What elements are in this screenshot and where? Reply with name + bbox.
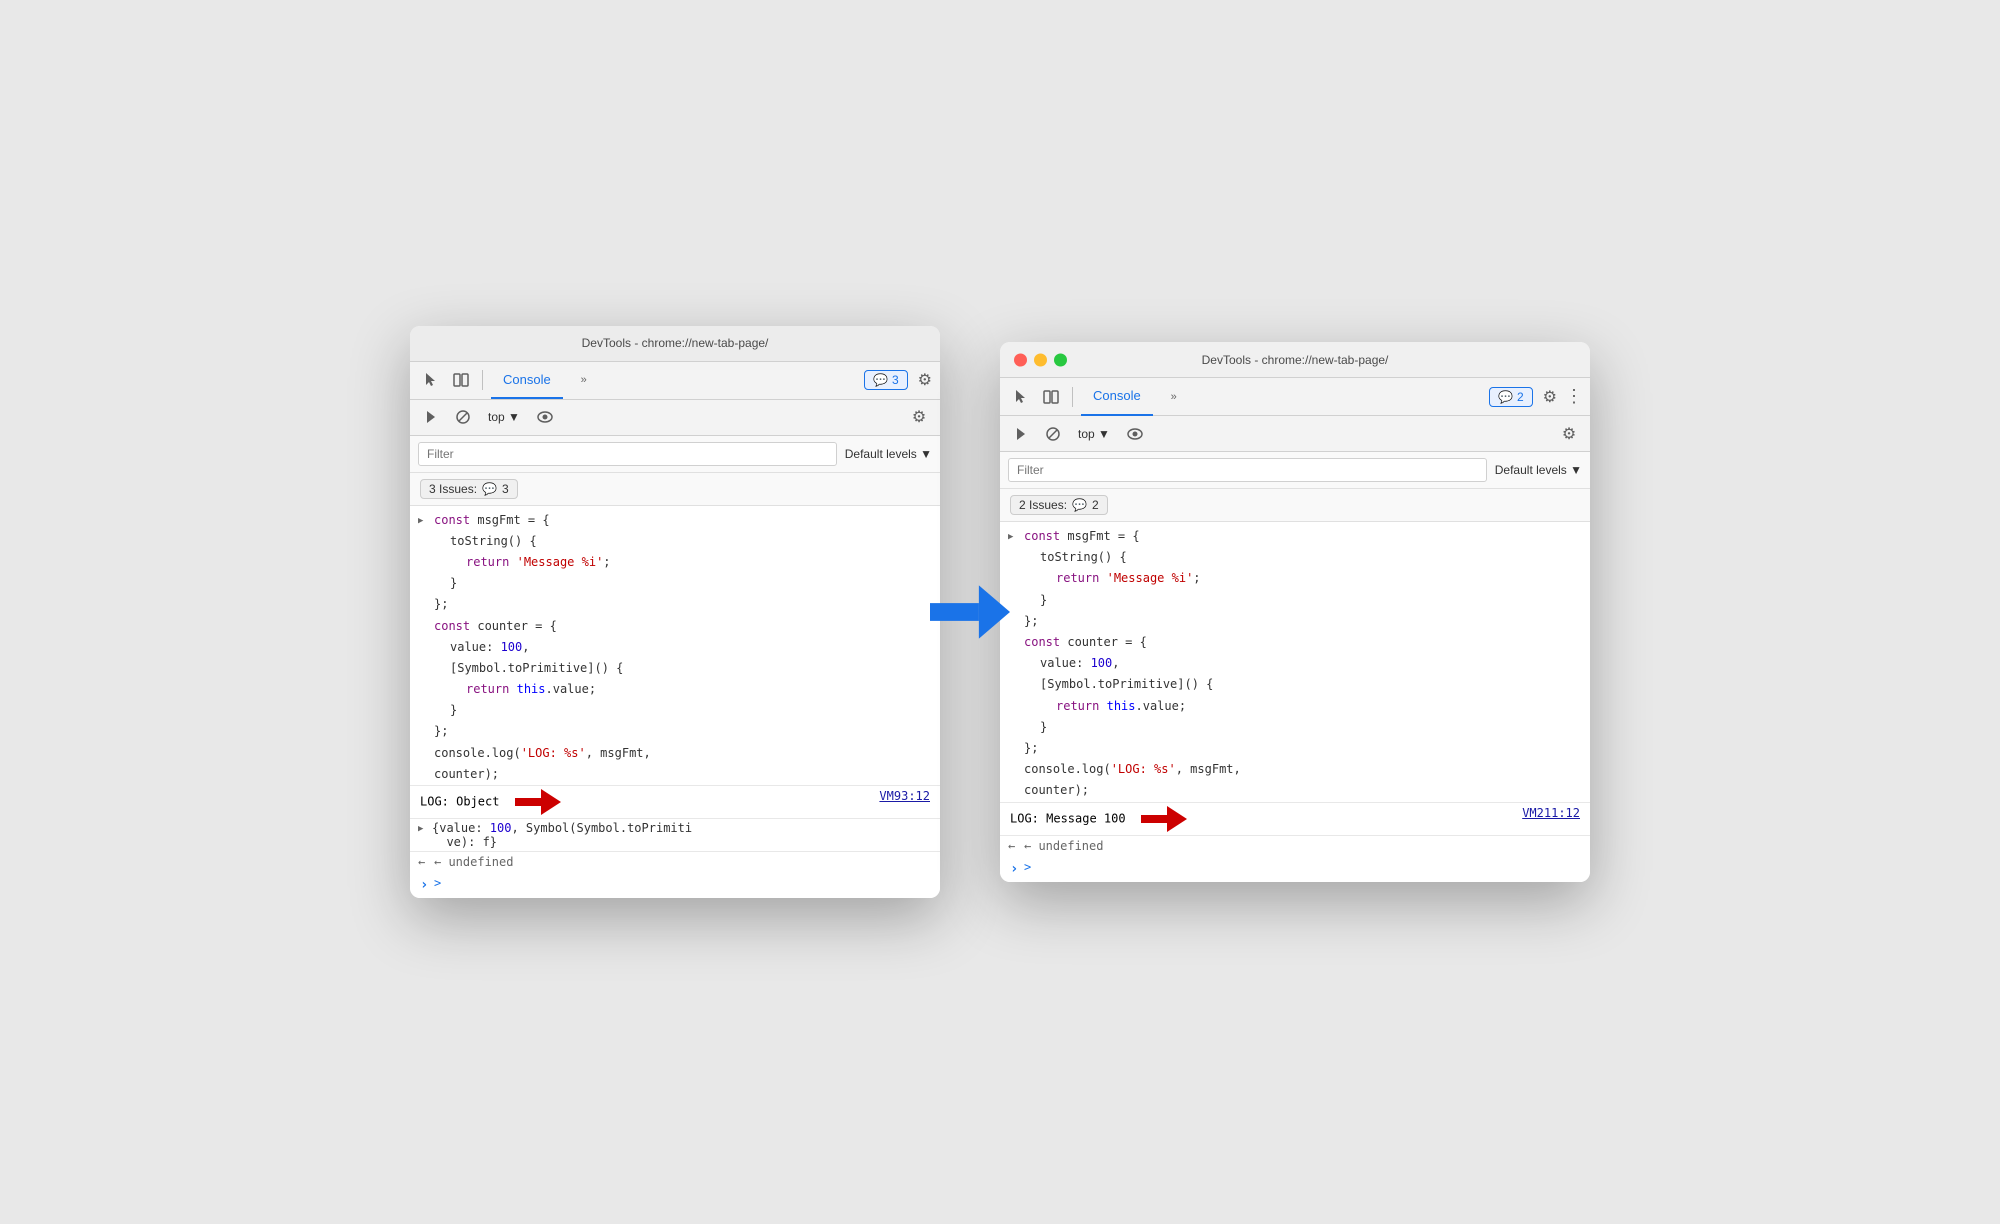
left-filter-toolbar: top ▼ ⚙ xyxy=(410,400,940,436)
left-log-text: LOG: Object xyxy=(420,789,871,815)
left-log-output: LOG: Object VM93:12 xyxy=(410,785,940,818)
left-devtools-window: DevTools - chrome://new-tab-page/ Consol… xyxy=(410,326,940,899)
left-code-line-2: toString() { xyxy=(410,531,940,552)
right-more-tabs[interactable]: » xyxy=(1161,384,1187,410)
right-settings-icon[interactable]: ⚙ xyxy=(1543,389,1557,406)
left-filter-bar: Default levels ▼ xyxy=(410,436,940,473)
right-red-arrow xyxy=(1141,806,1187,832)
right-issues-bar: 2 Issues: 💬 2 xyxy=(1000,489,1590,522)
scene: DevTools - chrome://new-tab-page/ Consol… xyxy=(410,326,1590,899)
left-console-content: const msgFmt = { toString() { return 'Me… xyxy=(410,506,940,899)
right-code-line-8: [Symbol.toPrimitive]() { xyxy=(1000,674,1590,695)
right-prompt[interactable]: > xyxy=(1000,857,1590,878)
right-close-button[interactable] xyxy=(1014,353,1027,366)
right-window-title: DevTools - chrome://new-tab-page/ xyxy=(1202,353,1389,367)
left-red-arrow xyxy=(515,789,561,815)
right-issues-badge-bar[interactable]: 2 Issues: 💬 2 xyxy=(1010,495,1108,515)
right-message-icon: 💬 xyxy=(1498,390,1513,404)
right-divider-1 xyxy=(1072,387,1073,407)
right-undefined: ← undefined xyxy=(1000,835,1590,857)
right-devtools-window: DevTools - chrome://new-tab-page/ Consol… xyxy=(1000,342,1590,882)
left-top-dropdown[interactable]: top ▼ xyxy=(482,407,526,427)
left-title-bar: DevTools - chrome://new-tab-page/ xyxy=(410,326,940,362)
right-log-text: LOG: Message 100 xyxy=(1010,806,1514,832)
right-code-line-4: } xyxy=(1000,590,1590,611)
right-code-line-2: toString() { xyxy=(1000,547,1590,568)
right-filter-bar: Default levels ▼ xyxy=(1000,452,1590,489)
left-issues-badge-bar[interactable]: 3 Issues: 💬 3 xyxy=(420,479,518,499)
right-minimize-button[interactable] xyxy=(1034,353,1047,366)
left-code-line-3: return 'Message %i'; xyxy=(410,552,940,573)
right-filter-input[interactable] xyxy=(1008,458,1487,482)
left-cursor-icon[interactable] xyxy=(418,367,444,393)
left-message-icon: 💬 xyxy=(873,373,888,387)
left-code-line-5: }; xyxy=(410,594,940,615)
left-code-line-1: const msgFmt = { xyxy=(410,510,940,531)
right-issues-badge[interactable]: 💬 2 xyxy=(1489,387,1533,407)
right-code-line-5: }; xyxy=(1000,611,1590,632)
left-issues-bar: 3 Issues: 💬 3 xyxy=(410,473,940,506)
right-code-line-7: value: 100, xyxy=(1000,653,1590,674)
left-vm-link[interactable]: VM93:12 xyxy=(879,789,930,803)
left-window-title: DevTools - chrome://new-tab-page/ xyxy=(582,336,769,350)
right-console-content: const msgFmt = { toString() { return 'Me… xyxy=(1000,522,1590,882)
right-cursor-icon[interactable] xyxy=(1008,384,1034,410)
center-blue-arrow xyxy=(930,577,1010,647)
left-obj-detail[interactable]: {value: 100, Symbol(Symbol.toPrimiti ve)… xyxy=(410,818,940,851)
right-default-levels[interactable]: Default levels ▼ xyxy=(1495,463,1582,477)
left-filter-input[interactable] xyxy=(418,442,837,466)
right-play-icon[interactable] xyxy=(1008,421,1034,447)
right-top-dropdown[interactable]: top ▼ xyxy=(1072,424,1116,444)
right-maximize-button[interactable] xyxy=(1054,353,1067,366)
left-eye-icon[interactable] xyxy=(532,404,558,430)
right-vm-link[interactable]: VM211:12 xyxy=(1522,806,1580,820)
left-code-line-7: value: 100, xyxy=(410,637,940,658)
right-settings2-icon[interactable]: ⚙ xyxy=(1556,421,1582,447)
right-code-line-12: console.log('LOG: %s', msgFmt, xyxy=(1000,759,1590,780)
left-prompt[interactable]: > xyxy=(410,873,940,894)
left-divider-1 xyxy=(482,370,483,390)
left-code-line-12: console.log('LOG: %s', msgFmt, xyxy=(410,743,940,764)
right-three-dots[interactable]: ⋮ xyxy=(1565,386,1582,406)
right-filter-toolbar: top ▼ ⚙ xyxy=(1000,416,1590,452)
left-code-line-13: counter); xyxy=(410,764,940,785)
left-console-tab[interactable]: Console xyxy=(491,361,563,399)
left-main-toolbar: Console » 💬 3 ⚙ xyxy=(410,362,940,400)
right-window-controls xyxy=(1014,353,1067,366)
right-console-tab[interactable]: Console xyxy=(1081,378,1153,416)
left-block-icon[interactable] xyxy=(450,404,476,430)
right-panels-icon[interactable] xyxy=(1038,384,1064,410)
right-eye-icon[interactable] xyxy=(1122,421,1148,447)
left-issues-icon: 💬 xyxy=(482,482,497,496)
left-issues-badge[interactable]: 💬 3 xyxy=(864,370,908,390)
right-code-line-9: return this.value; xyxy=(1000,696,1590,717)
right-main-toolbar: Console » 💬 2 ⚙ ⋮ xyxy=(1000,378,1590,416)
left-code-line-10: } xyxy=(410,700,940,721)
left-code-line-9: return this.value; xyxy=(410,679,940,700)
left-settings-icon[interactable]: ⚙ xyxy=(918,372,932,389)
left-code-line-4: } xyxy=(410,573,940,594)
left-panels-icon[interactable] xyxy=(448,367,474,393)
right-code-line-10: } xyxy=(1000,717,1590,738)
left-code-line-8: [Symbol.toPrimitive]() { xyxy=(410,658,940,679)
right-code-line-1: const msgFmt = { xyxy=(1000,526,1590,547)
left-more-tabs[interactable]: » xyxy=(571,367,597,393)
left-code-line-11: }; xyxy=(410,721,940,742)
right-code-line-11: }; xyxy=(1000,738,1590,759)
right-code-line-6: const counter = { xyxy=(1000,632,1590,653)
right-code-line-3: return 'Message %i'; xyxy=(1000,568,1590,589)
left-default-levels[interactable]: Default levels ▼ xyxy=(845,447,932,461)
right-code-line-13: counter); xyxy=(1000,780,1590,801)
left-undefined: ← undefined xyxy=(410,851,940,873)
right-block-icon[interactable] xyxy=(1040,421,1066,447)
right-log-output: LOG: Message 100 VM211:12 xyxy=(1000,802,1590,835)
left-code-line-6: const counter = { xyxy=(410,616,940,637)
left-play-icon[interactable] xyxy=(418,404,444,430)
left-settings2-icon[interactable]: ⚙ xyxy=(906,404,932,430)
right-title-bar: DevTools - chrome://new-tab-page/ xyxy=(1000,342,1590,378)
right-issues-icon: 💬 xyxy=(1072,498,1087,512)
